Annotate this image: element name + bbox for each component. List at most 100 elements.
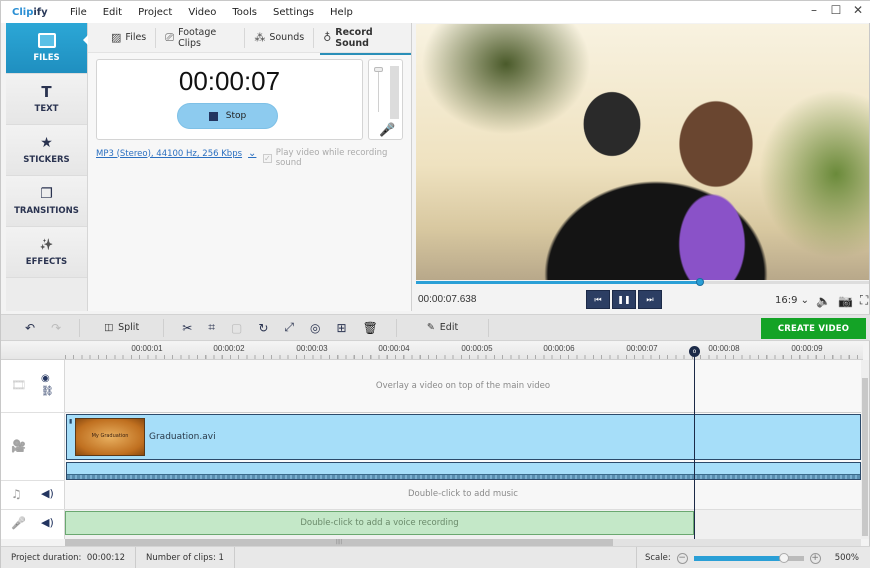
- previous-button[interactable]: ⏮: [586, 290, 610, 309]
- ruler-label: 00:00:04: [378, 344, 410, 353]
- playhead-handle[interactable]: o: [689, 346, 700, 357]
- edit-toolbar: ↶ ↷ ◫ Split ✂ ⌗ ▢ ↻ ⤢ ◎ ⊞ 🗑 ✎ Edit CREATE …: [1, 314, 870, 341]
- tab-label: Files: [125, 32, 147, 43]
- clip-drag-handle[interactable]: ▮: [69, 418, 72, 425]
- stop-button[interactable]: Stop: [177, 103, 278, 129]
- sidebar-item-label: FILES: [33, 53, 60, 63]
- speaker-icon[interactable]: ◀): [41, 487, 54, 500]
- sidebar-item-files[interactable]: FILES: [6, 23, 88, 74]
- video-clip[interactable]: ▮ My Graduation Graduation.avi: [66, 414, 861, 460]
- skip-back-icon: ⏮: [594, 294, 602, 304]
- video-preview[interactable]: [416, 24, 869, 280]
- input-level-box: 🎤: [368, 59, 403, 140]
- project-duration: Project duration: 00:00:12: [1, 546, 137, 568]
- redo-icon[interactable]: ↷: [51, 321, 61, 335]
- create-video-button[interactable]: CREATE VIDEO: [761, 318, 866, 339]
- play-video-checkbox[interactable]: ✓ Play video while recording sound: [263, 148, 411, 168]
- scrollbar-thumb[interactable]: [862, 378, 868, 536]
- video-camera-icon: 🎥: [11, 439, 26, 453]
- menu-settings[interactable]: Settings: [273, 7, 314, 18]
- insert-icon[interactable]: ⊞: [337, 321, 347, 335]
- split-button[interactable]: ◫ Split: [104, 322, 139, 333]
- sidebar-item-text[interactable]: T TEXT: [6, 74, 87, 125]
- menu-video[interactable]: Video: [188, 7, 216, 18]
- scale-slider-handle[interactable]: [778, 552, 789, 563]
- tab-footage-clips[interactable]: ⎚ Footage Clips: [156, 27, 246, 49]
- tab-label: Sounds: [269, 32, 305, 43]
- stabilize-icon[interactable]: ▢: [231, 321, 242, 335]
- crop-icon[interactable]: ⌗: [208, 320, 215, 335]
- checkbox-icon[interactable]: ✓: [263, 153, 272, 163]
- sidebar-item-stickers[interactable]: ★ STICKERS: [6, 125, 87, 176]
- next-button[interactable]: ⏭: [638, 290, 662, 309]
- aspect-ratio-dropdown[interactable]: 16:9 ⌄: [775, 295, 809, 306]
- timeline-vertical-scrollbar[interactable]: [861, 360, 869, 539]
- ruler-label: 00:00:01: [131, 344, 163, 353]
- close-button[interactable]: ✕: [851, 3, 865, 17]
- seek-bar-handle[interactable]: [696, 278, 705, 286]
- scrollbar-thumb[interactable]: ||||: [65, 539, 613, 546]
- sidebar-item-label: STICKERS: [23, 154, 70, 165]
- resize-icon[interactable]: ⤢: [284, 320, 294, 335]
- overlay-track-header: 🎞 ◉ ⛓: [1, 360, 65, 413]
- edit-button[interactable]: ✎ Edit: [427, 322, 458, 333]
- tab-files[interactable]: ▨ Files: [102, 27, 157, 48]
- image-icon: [37, 33, 56, 48]
- voice-recording-area[interactable]: Double-click to add a voice recording: [65, 511, 694, 535]
- menu-project[interactable]: Project: [138, 7, 172, 18]
- scissors-icon[interactable]: ✂: [182, 321, 192, 335]
- music-track[interactable]: Double-click to add music: [65, 481, 861, 510]
- sidebar-item-label: TRANSITIONS: [14, 205, 79, 216]
- camera-icon[interactable]: 📷: [838, 294, 853, 308]
- voice-track[interactable]: Double-click to add a voice recording: [65, 510, 861, 539]
- overlay-track[interactable]: Overlay a video on top of the main video: [65, 360, 861, 413]
- speaker-icon[interactable]: ◀): [41, 516, 54, 529]
- seek-bar[interactable]: [416, 278, 869, 286]
- voice-track-header: 🎤 ◀): [1, 510, 65, 539]
- video-track[interactable]: ▮ My Graduation Graduation.avi: [65, 413, 861, 481]
- microphone-icon: ♁: [323, 31, 332, 44]
- sidebar: FILES T TEXT ★ STICKERS ❐ TRANSITIONS ✨ …: [6, 23, 88, 311]
- pause-button[interactable]: ❚❚: [612, 290, 636, 309]
- preview-time: 00:00:07.638: [418, 294, 477, 305]
- volume-slider-track[interactable]: [378, 68, 379, 112]
- undo-icon[interactable]: ↶: [25, 321, 35, 335]
- clipify-window: Clipify File Edit Project Video Tools Se…: [0, 0, 870, 568]
- microphone-icon[interactable]: 🎤: [379, 123, 395, 138]
- link-icon[interactable]: ⛓: [41, 386, 54, 397]
- fullscreen-icon[interactable]: ⛶: [860, 293, 868, 308]
- audio-format-dropdown[interactable]: MP3 (Stereo), 44100 Hz, 256 Kbps ⌄: [96, 148, 256, 159]
- menu-help[interactable]: Help: [330, 7, 353, 18]
- volume-icon[interactable]: 🔈: [816, 294, 831, 308]
- edit-label: Edit: [439, 322, 459, 333]
- maximize-button[interactable]: ☐: [829, 3, 843, 17]
- sidebar-item-effects[interactable]: ✨ EFFECTS: [6, 227, 87, 278]
- menu-file[interactable]: File: [70, 7, 87, 18]
- menu-edit[interactable]: Edit: [103, 7, 122, 18]
- chroma-key-icon[interactable]: ◎: [310, 321, 320, 335]
- tab-sounds[interactable]: ⁂ Sounds: [245, 27, 315, 48]
- audio-format-link[interactable]: MP3 (Stereo), 44100 Hz, 256 Kbps: [96, 149, 242, 159]
- scale-slider[interactable]: [693, 552, 804, 563]
- clip-audio-waveform[interactable]: [66, 462, 861, 480]
- toolbar-divider: [79, 318, 81, 337]
- clips-value: 1: [218, 552, 224, 563]
- tab-record-sound[interactable]: ♁ Record Sound: [314, 27, 411, 55]
- eye-icon[interactable]: ◉: [41, 373, 50, 384]
- minimize-button[interactable]: –: [807, 3, 821, 17]
- waveform: [67, 474, 860, 479]
- timeline-horizontal-scrollbar[interactable]: ||||: [65, 539, 861, 546]
- zoom-in-icon[interactable]: +: [809, 552, 821, 564]
- sidebar-item-transitions[interactable]: ❐ TRANSITIONS: [6, 176, 87, 227]
- zoom-out-icon[interactable]: −: [676, 552, 688, 564]
- chevron-down-icon[interactable]: ⌄: [248, 148, 256, 159]
- menu-tools[interactable]: Tools: [232, 7, 257, 18]
- app-logo: Clipify: [12, 7, 60, 18]
- ruler-label: 00:00:09: [791, 344, 823, 353]
- trash-icon[interactable]: 🗑: [363, 321, 378, 335]
- rotate-icon[interactable]: ↻: [258, 321, 268, 335]
- volume-slider-handle[interactable]: [374, 67, 383, 72]
- star-icon: ★: [40, 134, 53, 151]
- timeline-ruler[interactable]: 00:00:01 00:00:02 00:00:03 00:00:04 00:0…: [1, 342, 863, 360]
- scale-slider-fill: [693, 555, 784, 561]
